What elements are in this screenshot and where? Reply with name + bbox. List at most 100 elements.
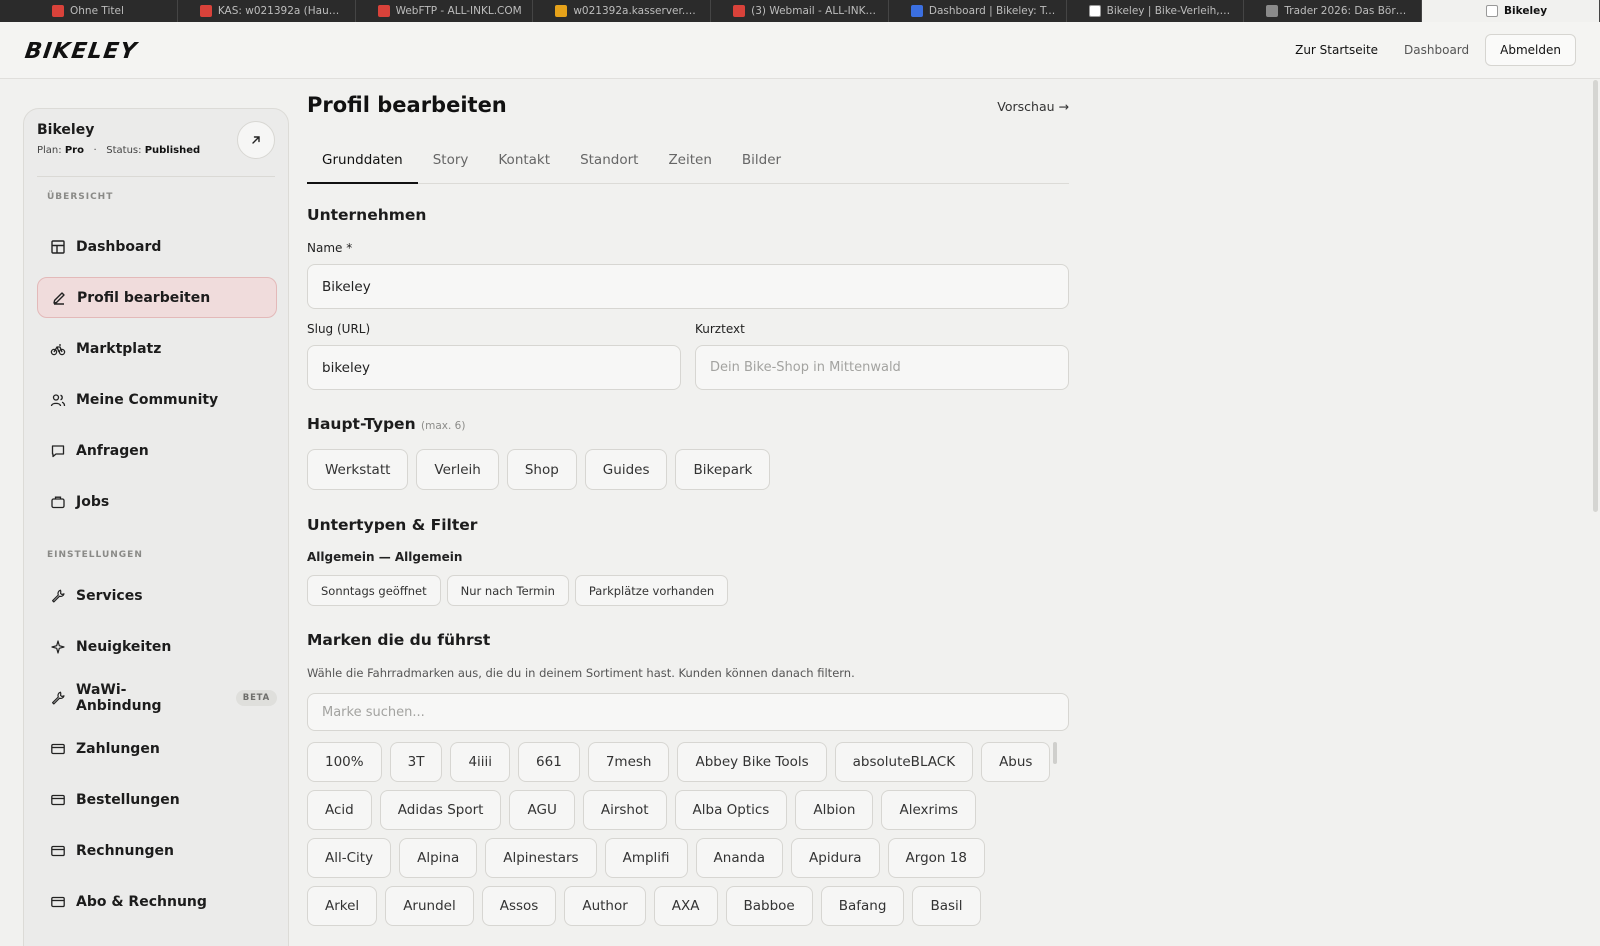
brand-chip[interactable]: Babboe <box>725 886 813 926</box>
main-types-hint: (max. 6) <box>421 420 466 432</box>
brand-chip[interactable]: Alpinestars <box>485 838 597 878</box>
subtypes-chips: Sonntags geöffnet Nur nach Termin Parkplät… <box>307 575 729 606</box>
brand-chip[interactable]: Alba Optics <box>674 790 788 830</box>
brand-row: Arkel Arundel Assos Author AXA Babboe Bafang Ba… <box>307 886 981 926</box>
tab-favicon-icon <box>733 5 746 17</box>
sidebar-item-label: Zahlungen <box>76 740 160 757</box>
brand-chip[interactable]: Arundel <box>385 886 474 926</box>
sidebar-item-anfragen[interactable]: Anfragen <box>37 430 277 471</box>
arrow-up-right-icon <box>252 136 260 144</box>
tab-kontakt[interactable]: Kontakt <box>483 147 565 184</box>
brand-chip[interactable]: Acid <box>307 790 372 830</box>
brand-chip[interactable]: Assos <box>481 886 557 926</box>
tab-bilder[interactable]: Bilder <box>727 147 796 184</box>
browser-tab[interactable]: Ohne Titel <box>0 0 178 22</box>
main-types-chips: Werkstatt Verleih Shop Guides Bikepark <box>307 449 771 490</box>
main-content: Profil bearbeiten Vorschau → Grunddaten S… <box>307 79 1069 946</box>
brand-chip[interactable]: Ananda <box>695 838 784 878</box>
name-input[interactable]: Bikeley <box>307 264 1069 309</box>
sidebar-item-bestellungen[interactable]: Bestellungen <box>37 779 277 820</box>
brand-search-input[interactable]: Marke suchen... <box>307 693 1069 731</box>
home-link[interactable]: Zur Startseite <box>1295 43 1378 57</box>
brand-list-scrollbar[interactable] <box>1053 742 1057 764</box>
browser-tab[interactable]: (3) Webmail - ALL-INKL.... <box>711 0 889 22</box>
bikeley-logo[interactable]: BIKELEY <box>23 39 139 64</box>
sidebar-item-meine-community[interactable]: Meine Community <box>37 379 277 420</box>
brand-chip[interactable]: Amplifi <box>604 838 688 878</box>
slug-input[interactable]: bikeley <box>307 345 681 390</box>
brand-chip[interactable]: Author <box>564 886 646 926</box>
brand-chip[interactable]: absoluteBLACK <box>834 742 974 782</box>
brand-chip[interactable]: AGU <box>509 790 575 830</box>
main-type-chip[interactable]: Shop <box>506 449 577 490</box>
brand-chip[interactable]: 661 <box>518 742 580 782</box>
browser-tab[interactable]: Bikeley <box>1422 0 1600 22</box>
browser-tab[interactable]: w021392a.kasserver.co... <box>533 0 712 22</box>
browser-tab-title: (3) Webmail - ALL-INKL.... <box>751 5 878 17</box>
brand-chip[interactable]: Alpina <box>399 838 478 878</box>
brand-chip[interactable]: Arkel <box>307 886 378 926</box>
wrench-icon <box>50 690 66 706</box>
sidebar-item-wawi-anbindung[interactable]: WaWi-Anbindung BETA <box>37 677 277 718</box>
main-type-chip[interactable]: Werkstatt <box>307 449 409 490</box>
browser-tab[interactable]: KAS: w021392a (Haupta... <box>178 0 356 22</box>
sidebar-item-marktplatz[interactable]: Marktplatz <box>37 328 277 369</box>
brand-chip[interactable]: Abbey Bike Tools <box>677 742 827 782</box>
browser-tab[interactable]: Bikeley | Bike-Verleih, W... <box>1067 0 1245 22</box>
brand-chip[interactable]: 4iiii <box>450 742 511 782</box>
main-type-chip[interactable]: Guides <box>584 449 668 490</box>
brand-chip[interactable]: 3T <box>389 742 443 782</box>
brand-chip[interactable]: Abus <box>981 742 1051 782</box>
short-text-input[interactable]: Dein Bike-Shop in Mittenwald <box>695 345 1069 390</box>
card-icon <box>50 741 66 757</box>
sidebar-item-neuigkeiten[interactable]: Neuigkeiten <box>37 626 277 667</box>
brand-chip[interactable]: Basil <box>912 886 981 926</box>
brand-chip[interactable]: Albion <box>795 790 874 830</box>
brand-chip[interactable]: All-City <box>307 838 392 878</box>
brand-chip[interactable]: 7mesh <box>587 742 670 782</box>
browser-tab[interactable]: Trader 2026: Das Börse... <box>1244 0 1423 22</box>
sidebar-item-profil-bearbeiten[interactable]: Profil bearbeiten <box>37 277 277 318</box>
users-icon <box>50 392 66 408</box>
brand-chip[interactable]: Alexrims <box>881 790 976 830</box>
browser-tab[interactable]: WebFTP - ALL-INKL.COM <box>356 0 534 22</box>
tab-zeiten[interactable]: Zeiten <box>653 147 726 184</box>
logout-button[interactable]: Abmelden <box>1485 34 1576 66</box>
sidebar-item-services[interactable]: Services <box>37 575 277 616</box>
subtype-chip[interactable]: Parkplätze vorhanden <box>574 575 729 606</box>
sidebar-item-label: Dashboard <box>76 238 162 255</box>
main-types-heading: Haupt-Typen (max. 6) <box>307 415 465 433</box>
sidebar-item-label: Abo & Rechnung <box>76 893 207 910</box>
brand-chip[interactable]: AXA <box>653 886 718 926</box>
browser-tab[interactable]: Dashboard | Bikeley: To... <box>889 0 1067 22</box>
brand-chip[interactable]: Apidura <box>791 838 880 878</box>
subtype-chip[interactable]: Sonntags geöffnet <box>307 575 441 606</box>
dashboard-link[interactable]: Dashboard <box>1404 43 1469 57</box>
browser-tab-title: Bikeley <box>1504 5 1548 17</box>
sparkle-icon <box>50 639 66 655</box>
brand-chip[interactable]: Argon 18 <box>887 838 985 878</box>
sidebar-item-jobs[interactable]: Jobs <box>37 481 277 522</box>
tab-story[interactable]: Story <box>418 147 484 184</box>
brand-chip[interactable]: Bafang <box>820 886 905 926</box>
section-label-overview: ÜBERSICHT <box>47 192 114 202</box>
brand-chip[interactable]: Airshot <box>582 790 667 830</box>
browser-tab-title: Trader 2026: Das Börse... <box>1284 5 1412 17</box>
open-shop-button[interactable] <box>237 121 275 159</box>
tab-favicon-icon <box>555 5 568 17</box>
tab-standort[interactable]: Standort <box>565 147 653 184</box>
main-type-chip[interactable]: Bikepark <box>675 449 771 490</box>
sidebar-item-label: Profil bearbeiten <box>77 289 211 306</box>
main-type-chip[interactable]: Verleih <box>416 449 499 490</box>
preview-link[interactable]: Vorschau → <box>997 99 1069 114</box>
sidebar-item-abo-rechnung[interactable]: Abo & Rechnung <box>37 881 277 922</box>
tab-grunddaten[interactable]: Grunddaten <box>307 147 418 184</box>
sidebar-item-rechnungen[interactable]: Rechnungen <box>37 830 277 871</box>
sidebar-item-dashboard[interactable]: Dashboard <box>37 226 277 267</box>
brand-row: Acid Adidas Sport AGU Airshot Alba Optics Alb… <box>307 790 976 830</box>
sidebar-item-zahlungen[interactable]: Zahlungen <box>37 728 277 769</box>
brand-chip[interactable]: 100% <box>307 742 382 782</box>
page-scrollbar[interactable] <box>1593 80 1598 512</box>
subtype-chip[interactable]: Nur nach Termin <box>446 575 569 606</box>
brand-chip[interactable]: Adidas Sport <box>379 790 502 830</box>
